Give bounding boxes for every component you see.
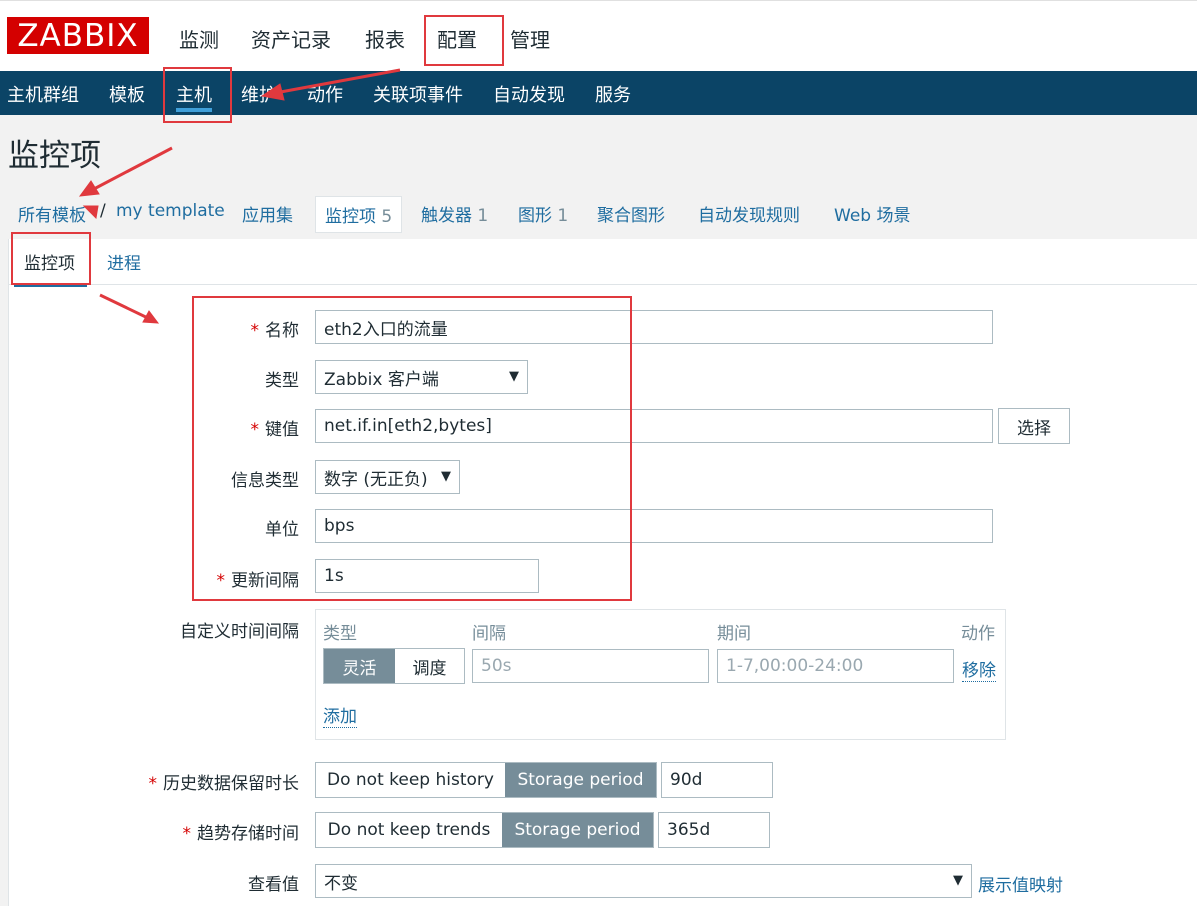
annotation-arrow-head [78,180,100,197]
annotation-arrow [99,293,153,322]
annotation-arrow-head [260,83,285,101]
annotation-arrows [78,68,401,324]
annotation-arrow [274,68,401,95]
annotation-arrow-head [142,310,160,324]
annotation-arrow [91,146,173,192]
annotation-arrow-head [82,205,99,220]
